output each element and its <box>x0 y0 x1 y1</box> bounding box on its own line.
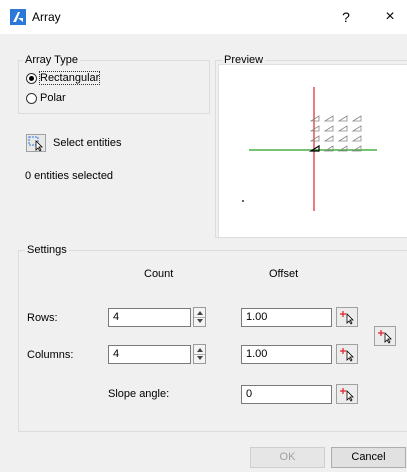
slope-angle-label: Slope angle: <box>108 388 170 400</box>
columns-count-input[interactable]: 4 <box>108 345 191 364</box>
radio-rectangular-label: Rectangular <box>38 71 101 85</box>
rows-count-input[interactable]: 4 <box>108 308 191 327</box>
array-type-label: Array Type <box>23 54 80 66</box>
rows-columns-pick-button[interactable] <box>374 326 396 346</box>
pick-point-icon <box>340 311 354 325</box>
radio-polar[interactable]: Polar <box>26 92 66 104</box>
pick-point-icon <box>340 348 354 362</box>
columns-count-spinner[interactable] <box>193 344 206 364</box>
entities-selected-status: 0 entities selected <box>25 170 114 182</box>
radio-rectangular[interactable]: Rectangular <box>26 71 101 85</box>
preview-canvas <box>218 64 407 237</box>
rows-offset-pick-button[interactable] <box>336 307 358 327</box>
preview-drawing <box>242 87 377 211</box>
ok-button[interactable]: OK <box>250 447 325 468</box>
app-icon <box>10 9 26 25</box>
close-button[interactable]: × <box>378 6 402 28</box>
select-cursor-icon <box>28 136 43 152</box>
rows-count-spinner[interactable] <box>193 307 206 327</box>
window-title: Array <box>32 10 61 24</box>
cancel-button[interactable]: Cancel <box>331 447 406 468</box>
columns-offset-input[interactable]: 1.00 <box>241 345 332 364</box>
help-button[interactable]: ? <box>334 6 358 28</box>
radio-rectangular-button[interactable] <box>26 72 37 84</box>
select-entities-button[interactable] <box>26 134 46 152</box>
offset-header: Offset <box>269 268 299 280</box>
pick-both-icon <box>378 330 392 344</box>
settings-label: Settings <box>25 244 69 256</box>
count-header: Count <box>144 268 174 280</box>
array-type-group <box>18 60 210 114</box>
radio-polar-button[interactable] <box>26 92 37 104</box>
title-bar: Array ? × <box>0 0 407 34</box>
select-entities-label[interactable]: Select entities <box>53 137 121 149</box>
pick-point-icon <box>340 388 354 402</box>
columns-offset-pick-button[interactable] <box>336 344 358 364</box>
rows-label: Rows: <box>27 312 58 324</box>
slope-angle-input[interactable]: 0 <box>241 385 332 404</box>
rows-offset-input[interactable]: 1.00 <box>241 308 332 327</box>
radio-polar-label: Polar <box>40 92 66 104</box>
columns-label: Columns: <box>27 349 74 361</box>
slope-angle-pick-button[interactable] <box>336 384 358 404</box>
